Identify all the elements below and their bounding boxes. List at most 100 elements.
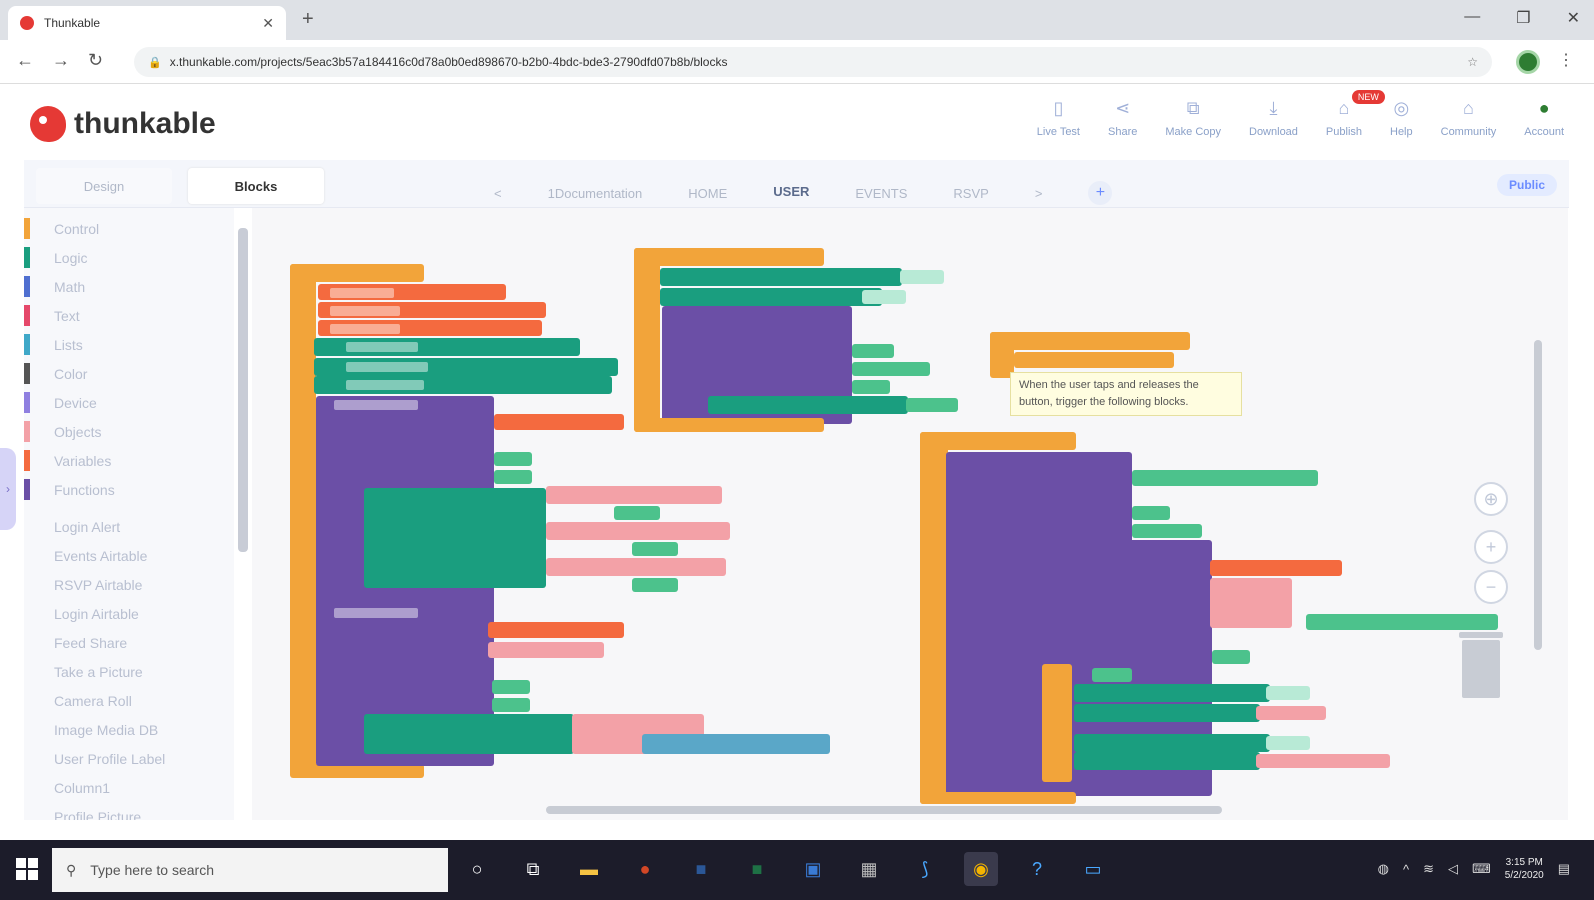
new-tab-icon[interactable]: +: [302, 8, 314, 31]
app-icon[interactable]: ⟆: [908, 852, 942, 886]
value-block[interactable]: [632, 542, 678, 556]
output-block[interactable]: [852, 344, 894, 358]
set-property-block[interactable]: [660, 268, 902, 286]
screen-tab-documentation[interactable]: 1Documentation: [548, 186, 643, 201]
output-block[interactable]: [1132, 506, 1170, 520]
zoom-out-button[interactable]: −: [1474, 570, 1508, 604]
output-block[interactable]: [852, 362, 930, 376]
palette-item-login-airtable[interactable]: Login Airtable: [24, 599, 234, 628]
palette-item-color[interactable]: Color: [24, 359, 234, 388]
publish-button[interactable]: NEW ⌂ Publish: [1326, 90, 1385, 138]
share-button[interactable]: ⋖ Share: [1108, 98, 1137, 138]
palette-item-lists[interactable]: Lists: [24, 330, 234, 359]
restore-icon[interactable]: ❐: [1516, 8, 1530, 28]
app-id-value-block[interactable]: [488, 622, 624, 638]
back-icon[interactable]: ←: [16, 50, 34, 71]
value-block[interactable]: [1256, 754, 1390, 768]
screens-next-icon[interactable]: >: [1035, 186, 1043, 201]
palette-toggle-handle[interactable]: ›: [0, 448, 16, 530]
palette-item-image-media-db[interactable]: Image Media DB: [24, 715, 234, 744]
dropdown-chip[interactable]: [330, 324, 400, 334]
help-button[interactable]: ◎ Help: [1390, 98, 1413, 138]
dropdown-chip[interactable]: [330, 306, 400, 316]
palette-item-events-airtable[interactable]: Events Airtable: [24, 541, 234, 570]
get-property-block[interactable]: [546, 486, 722, 504]
dropdown-chip[interactable]: [346, 362, 428, 372]
powerpoint-icon[interactable]: ●: [628, 852, 662, 886]
value-block[interactable]: [632, 578, 678, 592]
cortana-icon[interactable]: ○: [460, 852, 494, 886]
calculator-icon[interactable]: ▦: [852, 852, 886, 886]
windows-start-icon[interactable]: [16, 858, 38, 880]
bookmark-star-icon[interactable]: ☆: [1467, 55, 1478, 69]
public-badge[interactable]: Public: [1496, 174, 1557, 196]
palette-scrollbar[interactable]: [238, 228, 248, 552]
output-block[interactable]: [1212, 650, 1250, 664]
help-app-icon[interactable]: ?: [1020, 852, 1054, 886]
account-button[interactable]: ● Account: [1524, 98, 1564, 138]
dropdown-chip[interactable]: [346, 342, 418, 352]
value-block[interactable]: [906, 398, 958, 412]
reload-icon[interactable]: ↻: [88, 50, 103, 71]
workspace-horizontal-scrollbar[interactable]: [546, 806, 1222, 814]
dropdown-chip[interactable]: [330, 288, 394, 298]
set-property-block[interactable]: [1074, 734, 1270, 752]
set-property-block[interactable]: [1074, 752, 1260, 770]
add-screen-button[interactable]: +: [1088, 181, 1113, 205]
value-block[interactable]: [862, 290, 906, 304]
set-picture-block[interactable]: [364, 714, 574, 754]
get-property-block[interactable]: [546, 558, 726, 576]
value-block[interactable]: [1256, 706, 1326, 720]
forward-icon[interactable]: →: [52, 50, 70, 71]
output-block[interactable]: [852, 380, 890, 394]
app-id-value-block[interactable]: [1210, 560, 1342, 576]
dropdown-chip[interactable]: [334, 608, 418, 618]
palette-item-control[interactable]: Control: [24, 214, 234, 243]
notes-icon[interactable]: ▣: [796, 852, 830, 886]
condition-block[interactable]: [1092, 668, 1132, 682]
output-block[interactable]: [1132, 524, 1202, 538]
community-button[interactable]: ⌂ Community: [1441, 98, 1497, 138]
output-block[interactable]: [494, 470, 532, 484]
recenter-button[interactable]: ⊕: [1474, 482, 1508, 516]
if-block[interactable]: [1042, 664, 1072, 782]
browser-profile-avatar[interactable]: [1516, 50, 1540, 74]
palette-item-device[interactable]: Device: [24, 388, 234, 417]
palette-item-text[interactable]: Text: [24, 301, 234, 330]
make-copy-button[interactable]: ⧉ Make Copy: [1165, 98, 1221, 138]
task-view-icon[interactable]: ⧉: [516, 852, 550, 886]
set-label-blocks[interactable]: [364, 488, 546, 588]
value-block[interactable]: [614, 506, 660, 520]
palette-item-camera-roll[interactable]: Camera Roll: [24, 686, 234, 715]
value-block[interactable]: [900, 270, 944, 284]
value-block[interactable]: [1266, 736, 1310, 750]
wifi-icon[interactable]: ≋: [1423, 861, 1434, 877]
keyboard-icon[interactable]: ⌨: [1472, 861, 1491, 877]
palette-item-math[interactable]: Math: [24, 272, 234, 301]
create-object-block[interactable]: [1210, 578, 1292, 628]
zoom-in-button[interactable]: +: [1474, 530, 1508, 564]
screen-tab-rsvp[interactable]: RSVP: [953, 186, 988, 201]
taskbar-clock[interactable]: 3:15 PM 5/2/2020: [1505, 856, 1544, 882]
file-explorer-icon[interactable]: ▬: [572, 852, 606, 886]
screen-tab-events[interactable]: EVENTS: [855, 186, 907, 201]
workspace-vertical-scrollbar[interactable]: [1534, 340, 1542, 650]
dropdown-chip[interactable]: [334, 400, 418, 410]
close-window-icon[interactable]: ✕: [1567, 8, 1580, 28]
screens-prev-icon[interactable]: <: [494, 186, 502, 201]
palette-item-login-alert[interactable]: Login Alert: [24, 512, 234, 541]
palette-item-column1[interactable]: Column1: [24, 773, 234, 802]
mail-icon[interactable]: ▭: [1076, 852, 1110, 886]
palette-item-rsvp-airtable[interactable]: RSVP Airtable: [24, 570, 234, 599]
minimize-icon[interactable]: —: [1464, 8, 1480, 28]
value-block[interactable]: [1266, 686, 1310, 700]
thunkable-logo[interactable]: thunkable: [30, 106, 216, 142]
taskbar-search[interactable]: ⚲ Type here to search: [52, 848, 448, 892]
chrome-icon[interactable]: ◉: [964, 852, 998, 886]
palette-item-profile-picture[interactable]: Profile Picture: [24, 802, 234, 821]
browser-menu-icon[interactable]: ⋮: [1558, 50, 1574, 70]
live-test-button[interactable]: ▯ Live Test: [1037, 98, 1080, 138]
event-block-header[interactable]: [634, 248, 824, 266]
palette-item-functions[interactable]: Functions: [24, 475, 234, 504]
output-block[interactable]: [494, 452, 532, 466]
